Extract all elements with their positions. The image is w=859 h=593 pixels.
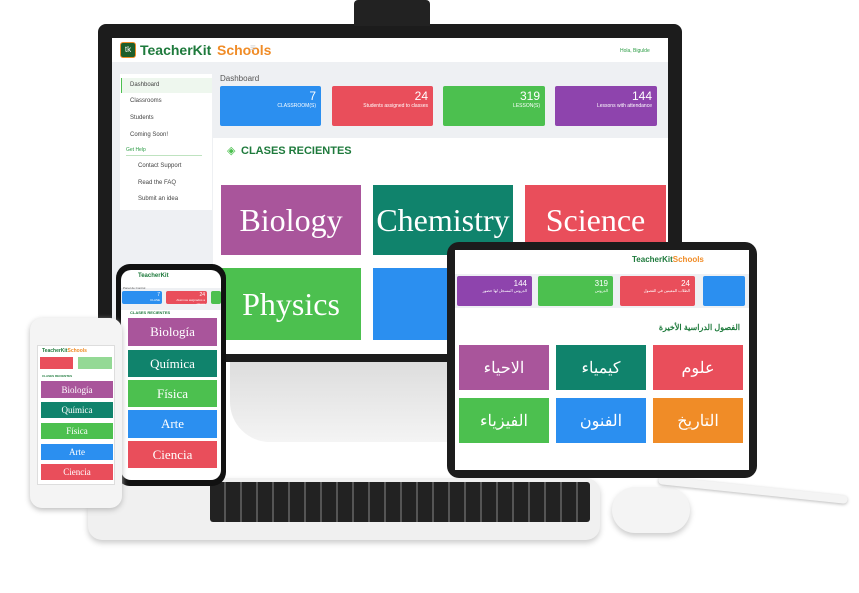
sidebar-item-classrooms[interactable]: Classrooms <box>130 98 162 104</box>
stat-card-lessons[interactable] <box>211 291 221 304</box>
brand-suffix: Schools <box>67 348 87 354</box>
page-title: Panel de Control <box>123 286 146 290</box>
class-tile-physics[interactable]: Physics <box>221 268 361 340</box>
stat-card-attendance[interactable]: 144 الدروس المسجل لها حضور <box>457 276 532 306</box>
class-tile[interactable]: الفنون <box>556 398 646 443</box>
sidebar-item-contact-support[interactable]: Contact Support <box>138 163 181 169</box>
stat-value: 144 <box>631 89 652 103</box>
class-tile[interactable]: Física <box>128 380 217 407</box>
stat-value: 24 <box>681 279 690 288</box>
sidebar-item-submit-idea[interactable]: Submit an idea <box>138 196 178 202</box>
tablet-brand: TeacherKitSchools <box>632 255 704 264</box>
class-tile[interactable]: Física <box>41 423 113 439</box>
brand-name: TeacherKit <box>140 42 212 58</box>
section-title: CLASES RECIENTES <box>42 374 73 378</box>
help-heading: Get Help <box>126 147 146 153</box>
stat-label: CLASE <box>150 298 160 302</box>
class-tile[interactable]: الاحياء <box>459 345 549 390</box>
stat-card-students[interactable]: 24 Alumnos asignados a clases <box>166 291 207 306</box>
class-tile[interactable]: الفيزياء <box>459 398 549 443</box>
class-tile[interactable]: Química <box>128 350 217 377</box>
sidebar-item-students[interactable]: Students <box>130 115 154 121</box>
stat-value: 319 <box>594 279 608 288</box>
section-title: CLASES RECIENTES <box>241 145 352 157</box>
brand-name: TeacherKit <box>42 348 68 354</box>
stat-value: 24 <box>414 89 428 103</box>
sidebar <box>120 74 212 210</box>
class-tile[interactable]: Arte <box>41 444 113 460</box>
stat-card[interactable] <box>40 357 73 369</box>
mouse <box>612 487 690 533</box>
class-tile[interactable]: علوم <box>653 345 743 390</box>
stat-value: 7 <box>309 89 316 103</box>
stat-card-lessons[interactable]: 319 الدروس <box>538 276 613 306</box>
stat-label: Lessons with attendance <box>596 103 652 109</box>
class-tile-biology[interactable]: Biology <box>221 185 361 255</box>
stat-label: CLASSROOM(S) <box>277 103 316 109</box>
class-tile[interactable]: كيمياء <box>556 345 646 390</box>
user-greeting[interactable]: Hola, Bigulde <box>620 48 650 54</box>
brand-name: TeacherKit <box>138 273 169 279</box>
class-tile[interactable]: Biología <box>128 318 217 346</box>
stat-label: الدروس المسجل لها حضور <box>482 288 527 293</box>
header: tk TeacherKit Schools ≡ Hola, Bigulde <box>112 38 668 62</box>
logo: tk <box>120 42 136 58</box>
layers-icon: ◈ <box>227 145 236 157</box>
stat-label: الطلاب المعينين في الفصول <box>643 288 690 293</box>
stat-label: LESSON(S) <box>513 103 540 109</box>
stat-card-classrooms[interactable]: 7 CLASE <box>122 291 162 304</box>
class-tile[interactable]: Ciencia <box>41 464 113 480</box>
stat-value: 319 <box>519 89 540 103</box>
section-title: الفصول الدراسية الأخيرة <box>658 323 740 332</box>
stat-card-attendance[interactable]: 144 Lessons with attendance <box>555 86 657 126</box>
stat-card-lessons[interactable]: 319 LESSON(S) <box>443 86 545 126</box>
stat-card[interactable] <box>78 357 112 369</box>
sidebar-item-faq[interactable]: Read the FAQ <box>138 180 176 186</box>
stat-card-classrooms[interactable]: 7 CLASSROOM(S) <box>220 86 321 126</box>
sidebar-item-label[interactable]: Dashboard <box>130 82 159 88</box>
stat-card-students[interactable]: 24 الطلاب المعينين في الفصول <box>620 276 695 306</box>
stat-value: 144 <box>513 279 527 288</box>
sidebar-item-coming-soon[interactable]: Coming Soon! <box>130 132 168 138</box>
page-title: Dashboard <box>220 74 260 83</box>
webcam <box>354 0 430 26</box>
brand-name: TeacherKitSchools <box>42 348 87 354</box>
class-tile[interactable]: التاريخ <box>653 398 743 443</box>
stat-label: Students assigned to classes <box>363 103 428 109</box>
stat-card-classrooms[interactable] <box>703 276 745 306</box>
brand-suffix: Schools <box>217 42 272 58</box>
class-tile[interactable]: Química <box>41 402 113 418</box>
divider <box>126 155 202 156</box>
brand-suffix: Schools <box>672 255 704 264</box>
stat-label: الدروس <box>594 288 608 293</box>
section-title: CLASES RECIENTES <box>130 310 171 315</box>
stat-label: Alumnos asignados a clases <box>176 298 205 306</box>
class-tile[interactable]: Ciencia <box>128 441 217 468</box>
menu-icon[interactable]: ≡ <box>250 43 256 54</box>
stat-card-students[interactable]: 24 Students assigned to classes <box>332 86 433 126</box>
class-tile[interactable]: Arte <box>128 410 217 438</box>
brand-name: TeacherKit <box>632 255 673 264</box>
keyboard-keys <box>210 482 590 522</box>
class-tile[interactable]: Biología <box>41 381 113 398</box>
